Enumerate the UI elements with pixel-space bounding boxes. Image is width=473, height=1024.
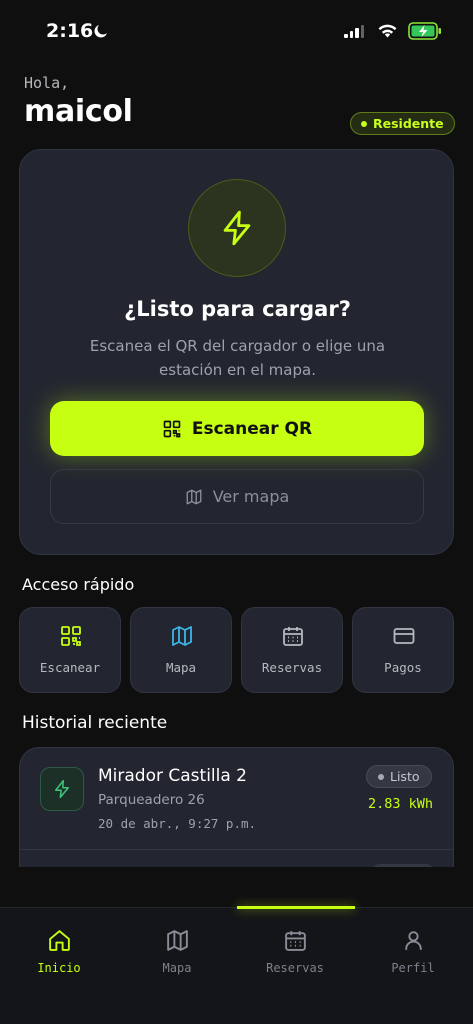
quick-access-title: Acceso rápido xyxy=(22,575,135,594)
quick-access-grid: Escanear Mapa Reservas Pagos xyxy=(19,607,454,693)
home-icon xyxy=(49,930,70,951)
nav-profile-label: Perfil xyxy=(391,961,435,975)
quick-payments-button[interactable]: Pagos xyxy=(352,607,454,693)
hero-title: ¿Listo para cargar? xyxy=(124,297,351,321)
calendar-icon xyxy=(283,627,303,646)
card-icon xyxy=(393,628,415,644)
map-icon xyxy=(167,930,188,951)
view-map-label: Ver mapa xyxy=(212,487,290,506)
status-badge-label: Listo xyxy=(390,769,420,784)
quick-map-label: Mapa xyxy=(165,660,197,675)
scan-qr-button[interactable]: Escanear QR xyxy=(50,401,424,456)
user-name: maicol xyxy=(24,94,133,129)
status-bar: 2:16 xyxy=(0,0,473,62)
quick-scan-button[interactable]: Escanear xyxy=(19,607,121,693)
quick-reservations-button[interactable]: Reservas xyxy=(241,607,343,693)
hero-subtitle: Escanea el QR del cargador o elige una e… xyxy=(89,337,386,379)
history-station-name: Mirador Castilla 2 xyxy=(98,766,247,786)
resident-badge-label: Residente xyxy=(373,116,444,131)
moon-icon xyxy=(94,25,107,38)
view-map-button[interactable]: Ver mapa xyxy=(50,469,424,524)
lightning-bolt-icon xyxy=(55,779,69,799)
nav-tab-home[interactable]: Inicio xyxy=(0,908,118,988)
quick-payments-label: Pagos xyxy=(384,660,422,675)
history-energy: 2.83 kWh xyxy=(367,796,433,812)
history-location: Parqueadero 26 xyxy=(98,792,205,808)
nav-tab-map[interactable]: Mapa xyxy=(118,908,236,988)
status-dot xyxy=(378,773,384,780)
status-time: 2:16 xyxy=(46,20,94,42)
map-icon xyxy=(172,626,192,646)
history-title: Historial reciente xyxy=(22,713,168,733)
resident-badge: Residente xyxy=(350,112,455,135)
quick-scan-label: Escanear xyxy=(39,660,101,675)
scan-qr-label: Escanear QR xyxy=(191,418,313,439)
nav-tab-profile[interactable]: Perfil xyxy=(354,908,472,988)
signal-icon xyxy=(344,24,364,38)
bottom-nav: Inicio Mapa Reservas Perfil xyxy=(0,906,473,1024)
next-item-badge-peek xyxy=(372,864,434,867)
history-date: 20 de abr., 9:27 p.m. xyxy=(98,816,257,831)
nav-map-label: Mapa xyxy=(162,961,192,975)
badge-dot xyxy=(361,120,367,127)
quick-reservations-label: Reservas xyxy=(261,660,323,675)
nav-home-label: Inicio xyxy=(37,961,81,975)
bolt-badge xyxy=(188,179,286,277)
battery-charging-icon xyxy=(408,22,441,40)
status-badge: Listo xyxy=(366,765,432,788)
user-icon xyxy=(405,931,422,950)
lightning-bolt-icon xyxy=(223,210,251,246)
nav-reservations-label: Reservas xyxy=(266,961,324,975)
history-list: Mirador Castilla 2 Parqueadero 26 20 de … xyxy=(19,747,454,867)
charge-hero-card: ¿Listo para cargar? Escanea el QR del ca… xyxy=(19,149,454,555)
map-icon xyxy=(186,489,202,504)
divider xyxy=(20,849,453,850)
history-icon-box xyxy=(40,767,84,811)
wifi-icon xyxy=(378,24,397,38)
qr-icon xyxy=(163,420,181,437)
qr-icon xyxy=(61,626,81,646)
greeting-hello: Hola, xyxy=(24,74,70,92)
quick-map-button[interactable]: Mapa xyxy=(130,607,232,693)
calendar-icon xyxy=(285,931,306,951)
nav-tab-reservations[interactable]: Reservas xyxy=(236,908,354,988)
